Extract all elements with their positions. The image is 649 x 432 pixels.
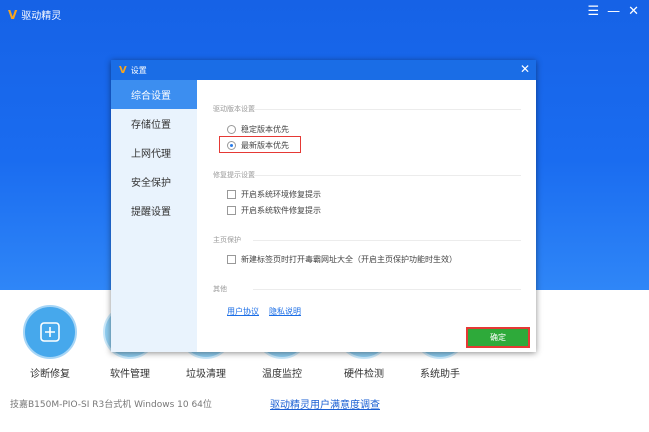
tool-label: 诊断修复 (30, 369, 70, 380)
radio-label: 稳定版本优先 (241, 125, 289, 134)
highlight-box (219, 136, 301, 153)
wrench-icon (23, 305, 77, 359)
settings-dialog: V 设置 ✕ 综合设置 存储位置 上网代理 安全保护 提醒设置 驱动版本设置 稳… (111, 60, 536, 352)
privacy-link[interactable]: 隐私说明 (269, 306, 301, 317)
tool-label: 温度监控 (262, 369, 302, 380)
checkbox-icon (227, 255, 236, 264)
close-icon[interactable]: ✕ (628, 4, 639, 19)
checkbox-label: 开启系统软件修复提示 (241, 206, 321, 215)
sidebar-item-storage[interactable]: 存储位置 (111, 109, 197, 138)
checkbox-env-repair-prompt[interactable]: 开启系统环境修复提示 (227, 189, 321, 200)
checkbox-homepage-protect[interactable]: 新建标签页时打开毒霸网址大全（开启主页保护功能时生效） (227, 254, 457, 265)
sidebar-item-proxy[interactable]: 上网代理 (111, 138, 197, 167)
user-agreement-link[interactable]: 用户协议 (227, 306, 259, 317)
sidebar-item-general[interactable]: 综合设置 (111, 80, 197, 109)
dialog-titlebar[interactable]: V 设置 ✕ (111, 60, 536, 80)
minimize-icon[interactable]: — (607, 4, 620, 19)
checkbox-icon (227, 190, 236, 199)
other-links: 用户协议 隐私说明 (227, 306, 301, 317)
checkbox-label: 开启系统环境修复提示 (241, 190, 321, 199)
section-divider (253, 289, 521, 290)
menu-icon[interactable]: ☰ (587, 4, 599, 19)
section-divider (253, 240, 521, 241)
checkbox-label: 新建标签页时打开毒霸网址大全（开启主页保护功能时生效） (241, 255, 457, 264)
checkbox-software-repair-prompt[interactable]: 开启系统软件修复提示 (227, 205, 321, 216)
app-logo-icon: V (8, 7, 18, 22)
section-title-driver-version: 驱动版本设置 (213, 105, 255, 113)
sidebar-item-reminder[interactable]: 提醒设置 (111, 196, 197, 225)
ok-button[interactable]: 确定 (466, 327, 530, 348)
section-title-repair-prompt: 修复提示设置 (213, 171, 255, 179)
background-shade (598, 355, 649, 432)
settings-sidebar: 综合设置 存储位置 上网代理 安全保护 提醒设置 (111, 80, 197, 352)
tool-label: 垃圾清理 (186, 369, 226, 380)
section-divider (253, 175, 521, 176)
tool-label: 硬件检测 (344, 369, 384, 380)
settings-content: 驱动版本设置 稳定版本优先 最新版本优先 修复提示设置 开启系统环境修复提示 开… (197, 80, 536, 352)
section-title-other: 其他 (213, 285, 227, 293)
dialog-logo-icon: V (119, 64, 127, 76)
tool-label: 系统助手 (420, 369, 460, 380)
system-info: 技嘉B150M-PIO-SI R3台式机 Windows 10 64位 (10, 400, 212, 410)
dialog-title: 设置 (130, 65, 147, 75)
tool-label: 软件管理 (110, 369, 150, 380)
section-divider (253, 109, 521, 110)
checkbox-icon (227, 206, 236, 215)
app-title: 驱动精灵 (21, 11, 62, 22)
tool-diagnose-repair[interactable]: 诊断修复 (10, 305, 90, 380)
section-title-homepage: 主页保护 (213, 236, 241, 244)
window-controls: ☰ — ✕ (587, 4, 639, 19)
radio-icon (227, 125, 236, 134)
app-logo: V 驱动精灵 (8, 7, 62, 23)
radio-stable-version[interactable]: 稳定版本优先 (227, 124, 289, 135)
survey-link[interactable]: 驱动精灵用户满意度调查 (270, 396, 380, 411)
dialog-close-icon[interactable]: ✕ (520, 62, 530, 76)
sidebar-item-security[interactable]: 安全保护 (111, 167, 197, 196)
